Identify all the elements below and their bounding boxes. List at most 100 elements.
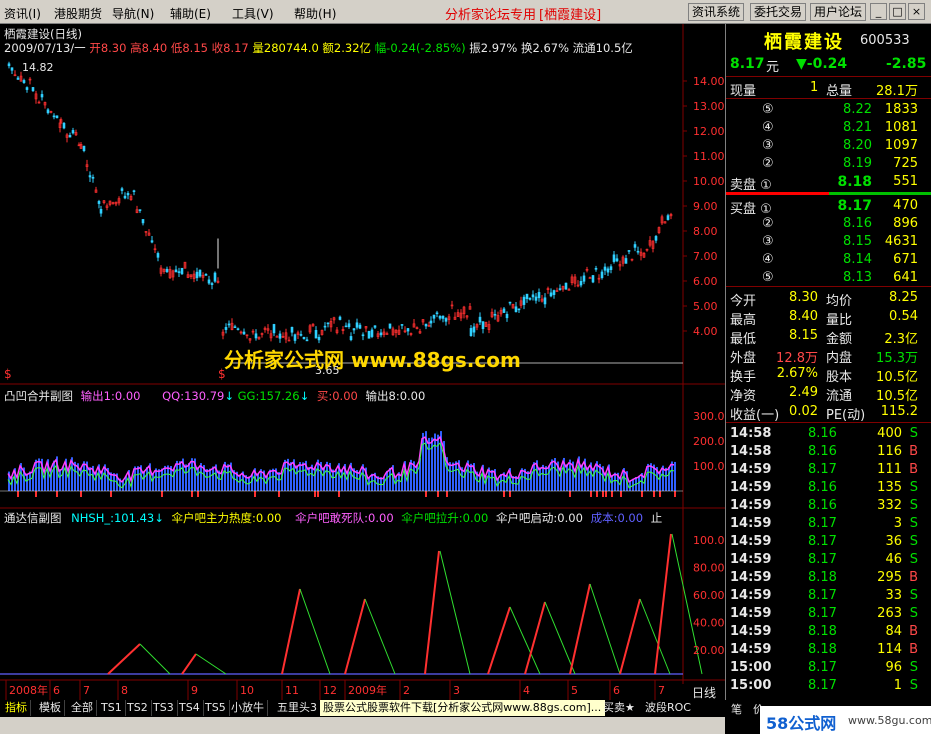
volume-bar <box>269 469 271 491</box>
volume-bar <box>593 467 595 491</box>
heat-fall <box>509 606 541 675</box>
candle-body <box>666 215 670 220</box>
stat-value: 15.3万 <box>876 351 918 366</box>
indicator-tab[interactable]: TS5 <box>202 700 230 716</box>
volume-bar <box>35 459 37 491</box>
volume-bar <box>212 466 214 491</box>
menu-hk-futures[interactable]: 港股期货 <box>54 5 102 22</box>
tab-buysell[interactable]: 买卖★ <box>603 700 635 716</box>
tick-row: 14:59 8.17 3 S <box>726 516 931 534</box>
y-tick-label: 4.00 <box>693 325 718 338</box>
x-tick-label: 6 <box>613 684 620 697</box>
volume-bar <box>323 467 325 491</box>
menu-tools[interactable]: 工具(V) <box>232 5 274 22</box>
stat-value: 2.67% <box>776 366 818 381</box>
indicator-tab[interactable]: TS3 <box>150 700 178 716</box>
indicator-tab[interactable]: 全部 <box>68 700 97 716</box>
bid-level: ③ <box>762 234 774 249</box>
ad-banner[interactable]: 股票公式股票软件下载[分析家公式网www.88gs.com]... <box>320 700 605 716</box>
tab-wave-roc[interactable]: 波段ROC <box>645 700 691 716</box>
tab-trades[interactable]: 笔 <box>731 701 742 717</box>
stat-value: 10.5亿 <box>876 389 918 404</box>
neg-bar <box>590 491 592 497</box>
stock-header: 栖霞建设 600533 <box>726 28 931 53</box>
indicator-tab[interactable]: 小放牛 <box>228 700 268 716</box>
candle-body <box>120 188 124 191</box>
stat-label: 今开 <box>730 294 757 309</box>
volume-bar <box>437 434 439 491</box>
stock-code: 600533 <box>860 33 910 48</box>
candle-body <box>355 322 359 328</box>
indicator-tab[interactable]: 五里头3 <box>274 700 321 716</box>
candle-body <box>16 77 20 80</box>
menu-news[interactable]: 资讯(I) <box>4 5 41 22</box>
candle-body <box>514 306 518 313</box>
candle-body <box>275 336 279 338</box>
candle-body <box>469 328 473 337</box>
neg-bar <box>197 491 199 497</box>
bid-level: ④ <box>762 252 774 267</box>
volume-bar <box>389 467 391 491</box>
neg-bar <box>314 491 316 497</box>
bid-row: ③ 8.15 4631 <box>726 234 931 252</box>
y-tick-label: 20.00 <box>693 644 725 657</box>
stat-row: 今开 8.30 均价 8.25 <box>726 290 931 309</box>
scrollbar[interactable] <box>0 717 725 734</box>
tick-time: 14:58 <box>730 426 772 441</box>
tick-vol: 111 <box>877 462 902 477</box>
tick-vol: 96 <box>885 660 902 675</box>
volume-bar <box>566 464 568 491</box>
forum-button[interactable]: 用户论坛 <box>810 3 867 21</box>
heat-rise <box>181 653 197 675</box>
candle-body <box>165 268 169 273</box>
sub2-info-line: 通达信副图 NHSH_:101.43↓ 伞户吧主力热度:0.00 伞户吧敢死队:… <box>4 511 663 525</box>
y-tick-label: 6.00 <box>693 275 718 288</box>
candle-body <box>55 115 59 119</box>
tick-vol: 332 <box>877 498 902 513</box>
tick-row: 14:58 8.16 116 B <box>726 444 931 462</box>
neg-bar <box>278 491 280 497</box>
maximize-button[interactable]: □ <box>889 3 906 20</box>
candle-body <box>299 334 303 336</box>
stat-row: 最低 8.15 金额 2.3亿 <box>726 328 931 347</box>
indicator-tab[interactable]: 模板 <box>36 700 65 716</box>
candle-body <box>528 297 532 300</box>
stat-value: 2.49 <box>789 385 818 400</box>
menu-navigation[interactable]: 导航(N) <box>112 5 154 22</box>
candle-body <box>204 274 208 276</box>
candle-body <box>582 275 586 282</box>
chart-area[interactable]: $ $ 14.00 13.00 12.00 11.00 10.00 9.00 8.00 7.00… <box>0 24 725 700</box>
sub1-layer <box>0 431 683 497</box>
window-title: 分析家论坛专用 [栖霞建设] <box>445 8 602 23</box>
indicator-tab[interactable]: TS1 <box>98 700 126 716</box>
candle-body <box>82 145 86 151</box>
indicator-tab[interactable]: TS4 <box>176 700 204 716</box>
candle-body <box>633 244 637 248</box>
tick-time: 15:00 <box>730 678 772 693</box>
candle-body <box>52 115 56 118</box>
close-button[interactable]: × <box>908 3 925 20</box>
indicator-tab[interactable]: TS2 <box>124 700 152 716</box>
tick-side: S <box>909 606 918 621</box>
news-system-button[interactable]: 资讯系统 <box>688 3 745 21</box>
candle-body <box>272 324 276 334</box>
candle-body <box>493 313 497 316</box>
menu-help[interactable]: 帮助(H) <box>294 5 336 22</box>
volume-bar <box>428 437 430 491</box>
y-tick-label: 40.00 <box>693 617 725 630</box>
indicator-tab[interactable]: 指标 <box>2 700 31 716</box>
x-tick-label: 7 <box>83 684 90 697</box>
menu-assist[interactable]: 辅助(E) <box>170 5 211 22</box>
stat-label: 净资 <box>730 389 757 404</box>
candle-body <box>352 328 356 331</box>
candle-body <box>347 323 351 328</box>
minimize-button[interactable]: _ <box>870 3 887 20</box>
period-label: 日线 <box>692 686 717 700</box>
x-tick-label: 4 <box>523 684 530 697</box>
heat-rise <box>281 588 301 675</box>
tick-time: 14:59 <box>730 588 772 603</box>
trade-button[interactable]: 委托交易 <box>750 3 807 21</box>
stat-value: 0.02 <box>789 404 818 419</box>
neg-bar <box>674 491 676 497</box>
candle-body <box>505 313 509 319</box>
